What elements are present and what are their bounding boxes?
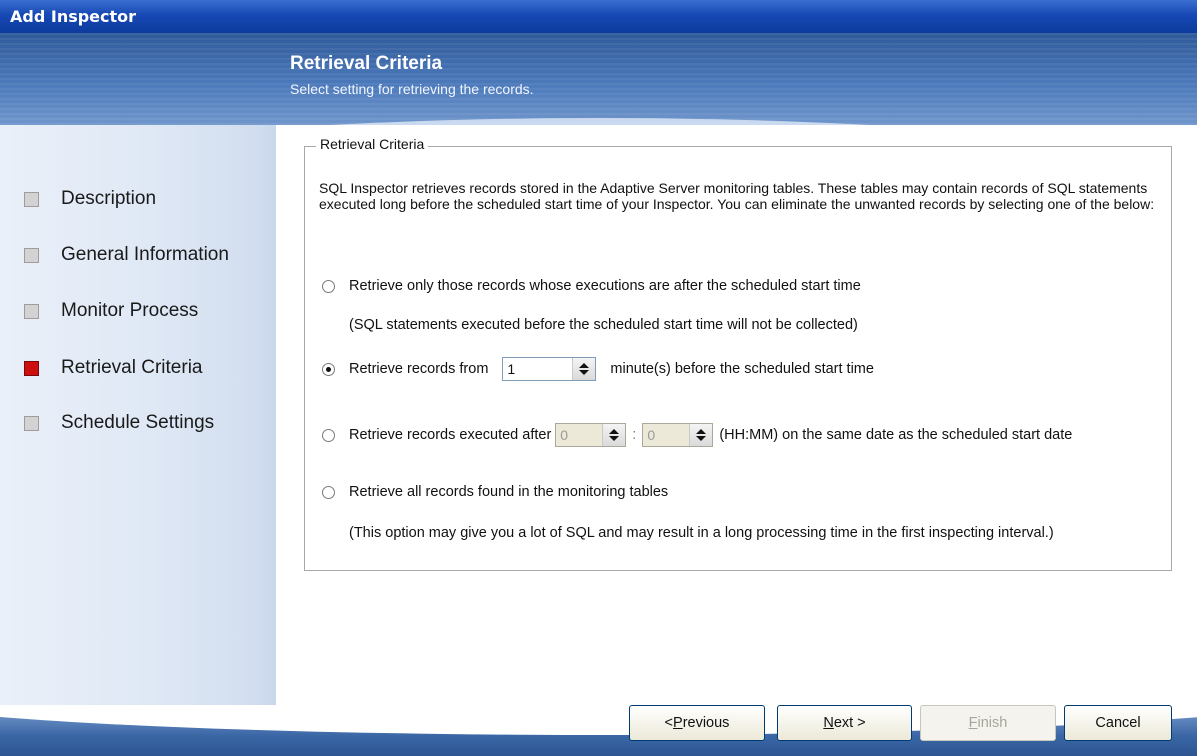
sidebar-item-label: Description	[61, 188, 157, 209]
minutes-value[interactable]: 0	[643, 424, 689, 446]
page-title: Retrieval Criteria	[290, 53, 443, 74]
spin-down-icon[interactable]	[696, 436, 707, 441]
option-executed-after-suffix: (HH:MM) on the same date as the schedule…	[719, 427, 1073, 443]
sidebar-item-label: Retrieval Criteria	[61, 357, 203, 378]
sidebar-item-schedule-settings[interactable]: Schedule Settings	[24, 410, 214, 436]
sidebar-item-label: General Information	[61, 244, 229, 265]
time-separator: :	[632, 427, 637, 443]
hours-spin-buttons[interactable]	[602, 424, 626, 446]
sidebar-item-label: Schedule Settings	[61, 412, 215, 433]
minutes-before-stepper[interactable]: 1	[502, 357, 597, 381]
retrieval-description: SQL Inspector retrieves records stored i…	[319, 180, 1155, 212]
option-minutes-before-suffix: minute(s) before the scheduled start tim…	[610, 361, 874, 377]
option-after-start-time-label: Retrieve only those records whose execut…	[349, 278, 861, 294]
option-executed-after[interactable]: Retrieve records executed after 0 : 0 (H…	[322, 423, 1072, 447]
spin-down-icon[interactable]	[579, 370, 590, 375]
minutes-before-value[interactable]: 1	[503, 358, 572, 380]
spin-up-icon[interactable]	[696, 429, 707, 434]
sidebar-item-monitor-process[interactable]: Monitor Process	[24, 298, 198, 324]
step-marker-icon	[24, 415, 39, 431]
window-title: Add Inspector	[0, 0, 1197, 33]
page-subtitle: Select setting for retrieving the record…	[290, 81, 534, 97]
minutes-stepper[interactable]: 0	[642, 423, 714, 447]
option-minutes-before-label: Retrieve records from	[349, 361, 489, 377]
finish-button[interactable]: Finish	[920, 705, 1056, 741]
radio-all-records[interactable]	[322, 485, 335, 499]
groupbox-legend: Retrieval Criteria	[316, 136, 429, 152]
step-marker-icon	[24, 247, 39, 263]
step-marker-icon	[24, 303, 39, 319]
option-all-records[interactable]: Retrieve all records found in the monito…	[322, 484, 668, 500]
step-marker-icon	[24, 191, 39, 207]
spin-down-icon[interactable]	[609, 436, 620, 441]
add-inspector-window: Add Inspector Retrieval Criteria Select …	[0, 0, 1197, 756]
finish-button-label: inish	[977, 715, 1008, 731]
radio-executed-after[interactable]	[322, 428, 335, 442]
previous-button[interactable]: < Previous	[629, 705, 765, 741]
hours-value[interactable]: 0	[556, 424, 602, 446]
spin-up-icon[interactable]	[579, 363, 590, 368]
radio-after-start-time[interactable]	[322, 279, 335, 293]
sidebar-item-general-information[interactable]: General Information	[24, 242, 229, 268]
cancel-button[interactable]: Cancel	[1064, 705, 1172, 741]
previous-button-label: revious	[682, 715, 730, 731]
next-button[interactable]: Next >	[777, 705, 912, 741]
option-minutes-before[interactable]: Retrieve records from 1 minute(s) before…	[322, 357, 874, 381]
finish-button-mnemonic: F	[968, 715, 978, 731]
option-after-start-time-note: (SQL statements executed before the sche…	[349, 317, 858, 333]
hours-stepper[interactable]: 0	[555, 423, 627, 447]
minutes-spin-buttons[interactable]	[689, 424, 713, 446]
sidebar-item-description[interactable]: Description	[24, 186, 156, 212]
step-marker-active-icon	[24, 360, 39, 376]
previous-button-mnemonic: P	[673, 715, 683, 731]
spin-up-icon[interactable]	[609, 429, 620, 434]
option-executed-after-label: Retrieve records executed after	[349, 427, 552, 443]
option-all-records-label: Retrieve all records found in the monito…	[349, 484, 669, 500]
option-all-records-note: (This option may give you a lot of SQL a…	[349, 525, 1054, 541]
sidebar-item-retrieval-criteria[interactable]: Retrieval Criteria	[24, 355, 202, 381]
minutes-before-spin-buttons[interactable]	[572, 358, 596, 380]
radio-minutes-before[interactable]	[322, 362, 335, 376]
option-after-start-time[interactable]: Retrieve only those records whose execut…	[322, 278, 861, 294]
sidebar-item-label: Monitor Process	[61, 300, 199, 321]
next-button-mnemonic: N	[823, 715, 834, 731]
previous-button-prefix: <	[664, 715, 674, 731]
next-button-label: ext >	[833, 715, 866, 731]
